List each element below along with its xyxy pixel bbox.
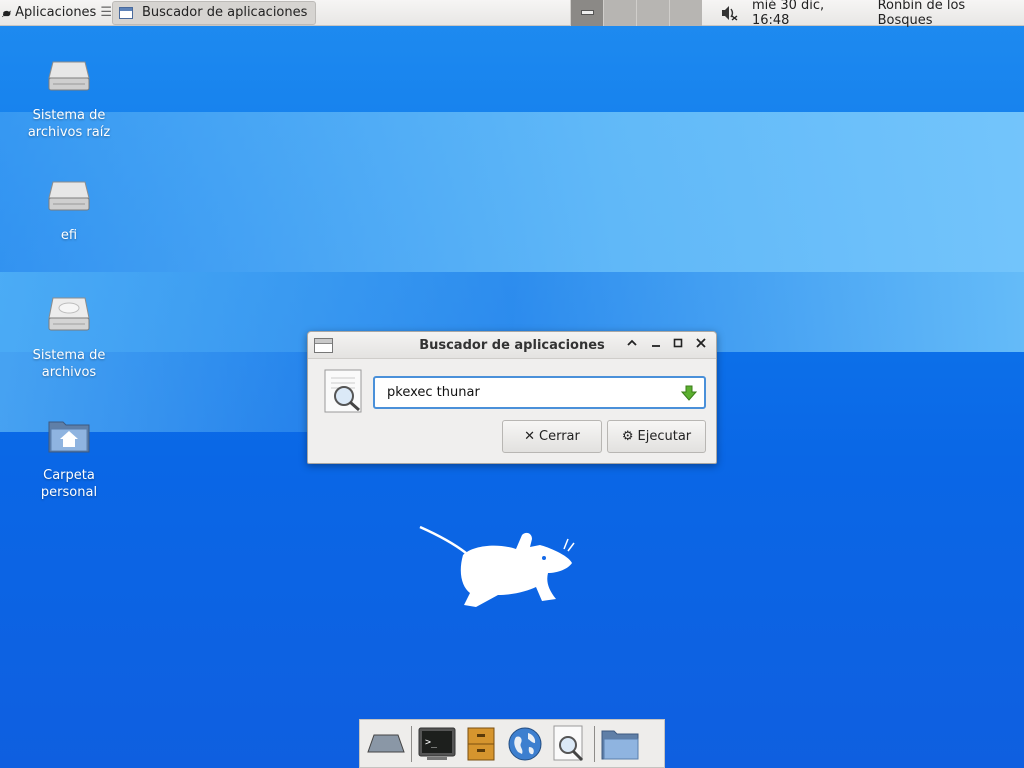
minimize-button[interactable] [648, 337, 664, 353]
top-panel: Aplicaciones ☰ Buscador de aplicaciones … [0, 0, 1024, 28]
desktop-icon-efi[interactable]: efi [19, 176, 119, 244]
applications-menu-label: Aplicaciones [15, 5, 97, 20]
window-icon [119, 6, 133, 19]
dropdown-arrow-icon[interactable] [680, 384, 698, 402]
user-menu[interactable]: Ronbin de los Bosques [878, 0, 1024, 28]
drive-icon [48, 181, 90, 211]
web-browser-launcher[interactable] [503, 722, 547, 766]
desktop-icon-label: Sistema de archivos [32, 348, 106, 380]
xfce-mouse-icon [2, 9, 11, 17]
web-browser-icon [508, 727, 542, 760]
svg-text:>_: >_ [425, 737, 438, 748]
close-button-label: Cerrar [539, 429, 580, 444]
desktop-icon-label: efi [60, 228, 78, 243]
taskbar-window-label: Buscador de aplicaciones [142, 5, 308, 20]
file-cabinet-icon [467, 727, 495, 760]
workspace-4[interactable] [669, 0, 702, 26]
desktop-icon-label: Carpeta personal [40, 468, 98, 500]
home-folder-icon [48, 421, 90, 453]
dialog-titlebar[interactable]: Buscador de aplicaciones [308, 332, 716, 359]
workspace-switcher [570, 0, 702, 26]
dock-separator [594, 725, 595, 762]
workspace-window-preview [581, 10, 594, 15]
close-button[interactable]: ✕ Cerrar [502, 420, 602, 453]
menu-handle-icon: ☰ [100, 5, 112, 20]
app-finder-dialog: Buscador de aplicaciones ✕ Cerrar ⚙ Ejec… [307, 331, 717, 464]
close-window-button[interactable] [693, 337, 709, 353]
applications-menu-button[interactable]: Aplicaciones ☰ [0, 0, 112, 26]
workspace-1[interactable] [570, 0, 603, 26]
volume-muted-icon[interactable] [720, 5, 738, 21]
show-desktop-button[interactable] [364, 722, 408, 766]
taskbar-window-button[interactable]: Buscador de aplicaciones [112, 0, 317, 25]
minimize-icon [652, 345, 660, 347]
app-finder-launcher[interactable] [547, 722, 591, 766]
desktop-icon-root-fs[interactable]: Sistema de archivos raíz [19, 56, 119, 141]
run-button[interactable]: ⚙ Ejecutar [607, 420, 706, 453]
run-button-label: Ejecutar [637, 429, 692, 444]
desktop-icon-home[interactable]: Carpeta personal [19, 416, 119, 501]
folder-launcher[interactable] [598, 722, 642, 766]
gear-icon: ⚙ [621, 429, 634, 444]
maximize-icon [673, 338, 683, 348]
close-icon: ✕ [524, 429, 536, 444]
drive-icon [48, 61, 90, 91]
terminal-icon: >_ [418, 727, 456, 760]
app-finder-icon [553, 725, 584, 761]
xfce-mouse-logo [419, 525, 575, 607]
workspace-3[interactable] [636, 0, 669, 26]
folder-icon [601, 730, 639, 759]
system-tray: mié 30 dic, 16:48 Ronbin de los Bosques [720, 0, 1024, 28]
show-desktop-icon [367, 734, 405, 752]
workspace-2[interactable] [603, 0, 636, 26]
drive-icon [48, 297, 90, 331]
maximize-button[interactable] [670, 337, 686, 353]
desktop-icon-filesystem[interactable]: Sistema de archivos [19, 296, 119, 381]
app-finder-icon [324, 369, 362, 413]
wallpaper-band [0, 112, 1024, 272]
clock[interactable]: mié 30 dic, 16:48 [752, 0, 866, 28]
shade-button[interactable] [624, 337, 640, 353]
bottom-dock: >_ [359, 719, 665, 768]
command-input[interactable] [373, 376, 706, 409]
desktop-icon-label: Sistema de archivos raíz [27, 108, 111, 140]
chevron-up-icon [627, 339, 637, 346]
file-cabinet-launcher[interactable] [459, 722, 503, 766]
close-icon [696, 338, 706, 348]
terminal-launcher[interactable]: >_ [415, 722, 459, 766]
dock-separator [411, 725, 412, 762]
